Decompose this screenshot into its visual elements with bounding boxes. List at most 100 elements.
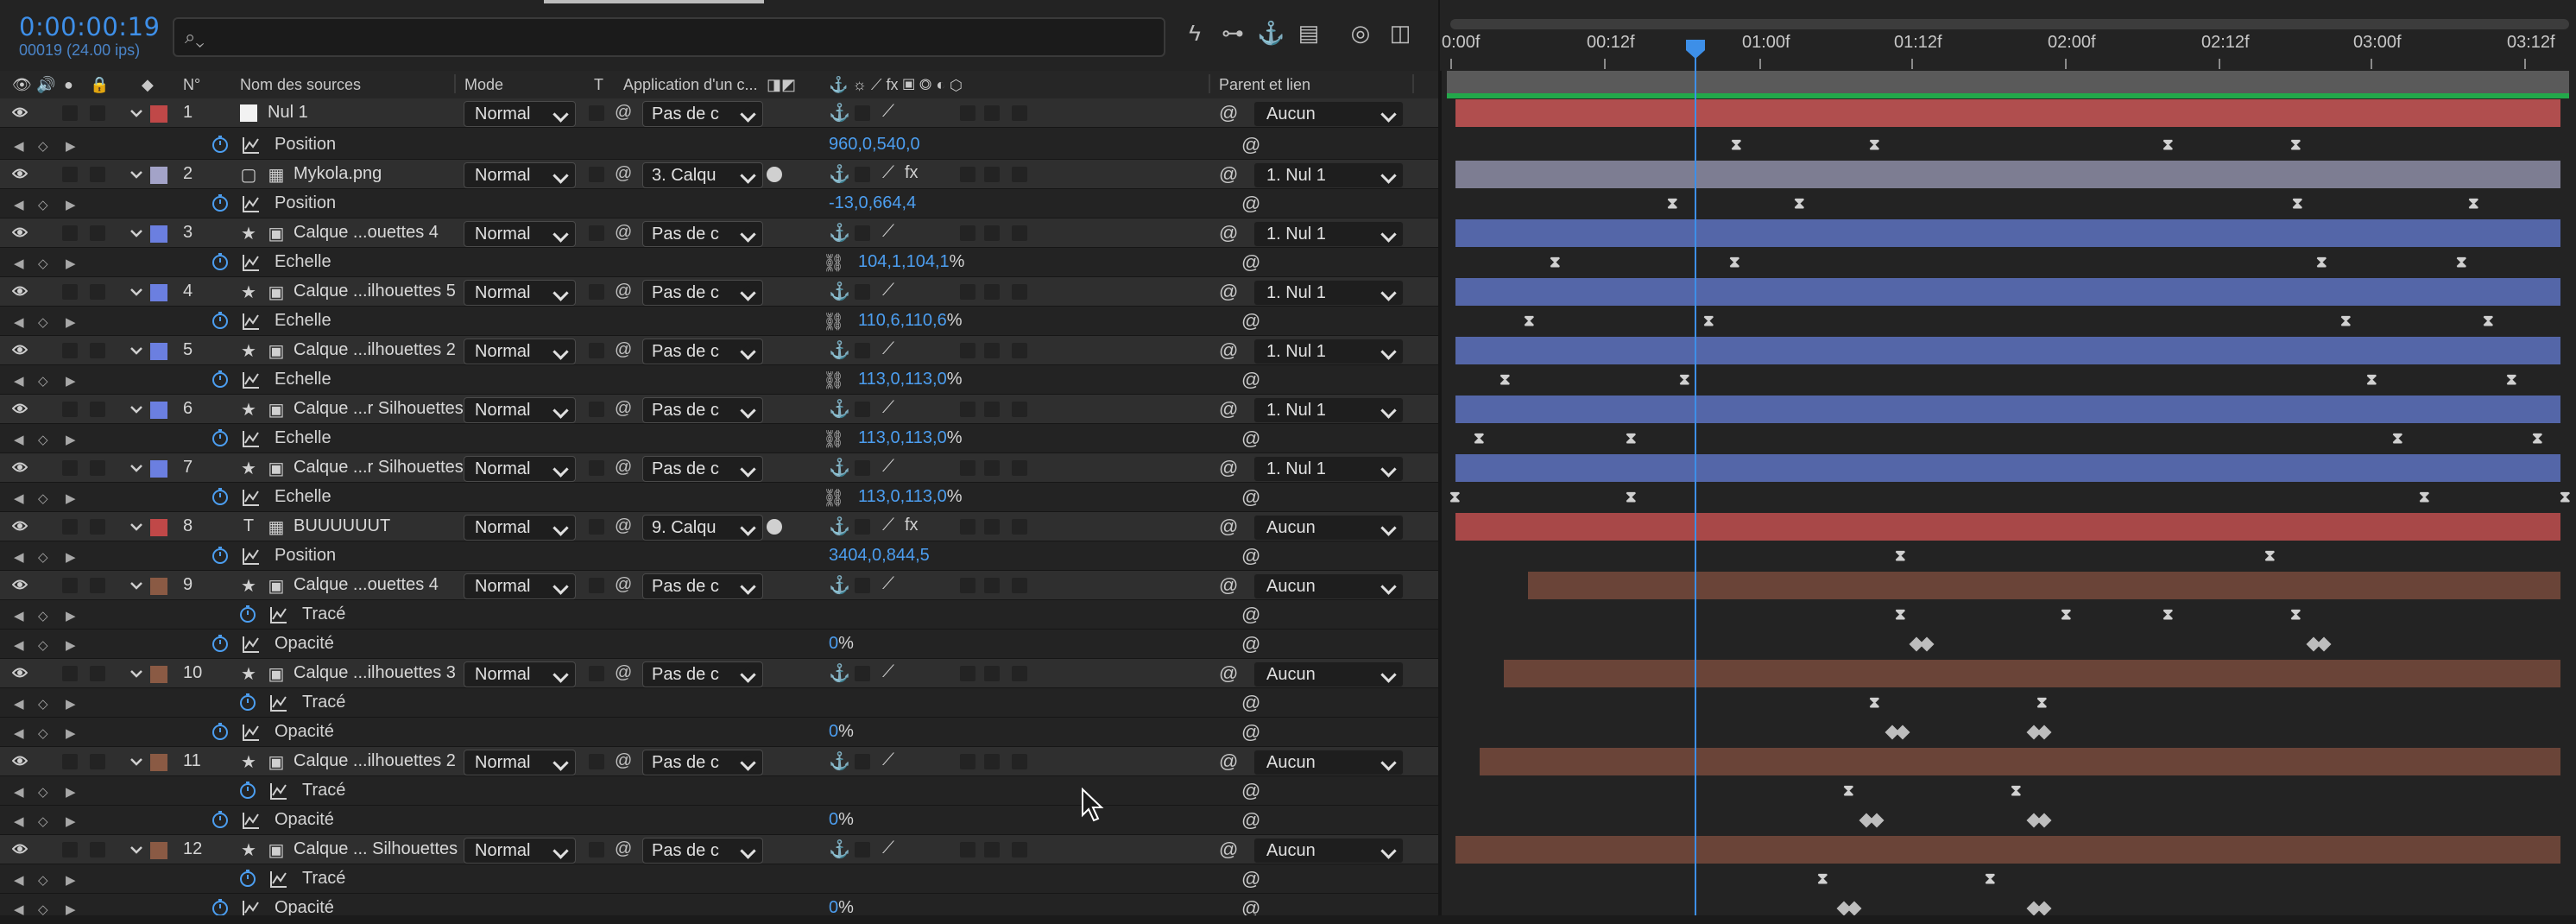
keyframe-easy-ease[interactable]: ⧗ [2392, 429, 2403, 447]
num-column-header[interactable]: N° [183, 76, 200, 94]
property-row[interactable]: ◀ ◇ ▶ Echelle ⛓ 113,0,113,0% @ [0, 365, 1440, 395]
frame-blend-switch[interactable] [960, 167, 975, 182]
prev-keyframe-icon[interactable]: ◀ [14, 138, 24, 154]
pick-whip-icon[interactable]: @ [1219, 163, 1238, 186]
chevron-down-icon[interactable] [128, 342, 145, 359]
pick-whip-icon[interactable]: @ [1219, 102, 1238, 124]
next-keyframe-icon[interactable]: ▶ [66, 490, 76, 506]
motion-blur-switch[interactable] [984, 460, 1000, 476]
keyframe-easy-ease[interactable]: ⧗ [1449, 488, 1461, 506]
expression-icon[interactable]: @ [1241, 692, 1260, 714]
keyframe-diamond[interactable] [1919, 636, 1935, 652]
property-row[interactable]: ◀ ◇ ▶ Tracé @ [0, 600, 1440, 630]
source-name-column-header[interactable]: Nom des sources [240, 76, 361, 94]
draft-3d-icon[interactable]: ϟ [1181, 19, 1209, 47]
graph-icon[interactable] [242, 635, 261, 654]
property-row[interactable]: ◀ ◇ ▶ Opacité 0% @ [0, 630, 1440, 659]
blend-mode-select[interactable]: Normal [464, 573, 576, 599]
bottom-scrollbar[interactable] [0, 915, 2576, 924]
expression-icon[interactable]: @ [1241, 310, 1260, 332]
quality-switch-icon[interactable]: ⟋ [882, 516, 894, 535]
link-icon[interactable]: ⛓ [823, 487, 844, 509]
solo-switch[interactable] [62, 402, 78, 417]
quality-switch-icon[interactable]: ⟋ [882, 222, 894, 242]
prev-keyframe-icon[interactable]: ◀ [14, 637, 24, 653]
lock-switch[interactable] [90, 666, 105, 681]
graph-icon[interactable] [242, 370, 261, 389]
layer-duration-bar[interactable] [1480, 748, 2560, 775]
add-keyframe-icon[interactable]: ◇ [38, 197, 48, 212]
graph-editor-icon[interactable]: ◫ [1386, 19, 1414, 47]
next-keyframe-icon[interactable]: ▶ [66, 373, 76, 389]
motion-blur-switch[interactable] [984, 225, 1000, 241]
keyframe-easy-ease[interactable]: ⧗ [2290, 136, 2301, 154]
link-icon[interactable]: ⛓ [823, 252, 844, 274]
motion-blur-switch[interactable] [984, 666, 1000, 681]
collapse-switch[interactable] [855, 666, 870, 681]
expression-icon[interactable]: @ [1241, 369, 1260, 391]
track-matte-select[interactable]: Pas de c [642, 838, 763, 864]
track-matte-select[interactable]: Pas de c [642, 280, 763, 306]
collapse-switch[interactable] [855, 402, 870, 417]
layer-row[interactable]: 2 ▢ Mykola.png Normal @ 3. Calqu ⚓ ⟋ fx … [0, 160, 1440, 189]
collapse-switch[interactable] [855, 343, 870, 358]
stopwatch-icon[interactable] [238, 869, 257, 888]
next-keyframe-icon[interactable]: ▶ [66, 197, 76, 212]
lock-switch[interactable] [90, 402, 105, 417]
lock-switch[interactable] [90, 105, 105, 121]
keyframe-diamond[interactable] [2036, 813, 2052, 828]
blend-mode-select[interactable]: Normal [464, 456, 576, 482]
collapse-switch[interactable] [855, 578, 870, 593]
stopwatch-icon[interactable] [211, 135, 230, 154]
keyframe-easy-ease[interactable]: ⧗ [1869, 693, 1880, 712]
prev-keyframe-icon[interactable]: ◀ [14, 725, 24, 741]
comp-flowchart-icon[interactable]: ⊶ [1219, 19, 1247, 47]
blend-mode-select[interactable]: Normal [464, 162, 576, 188]
expression-icon[interactable]: @ [1241, 809, 1260, 832]
layer-row[interactable]: 7 ★ Calque ...r Silhouettes Normal @ Pas… [0, 453, 1440, 483]
keyframe-easy-ease[interactable]: ⧗ [1679, 370, 1690, 389]
lock-switch[interactable] [90, 167, 105, 182]
layer-duration-bar[interactable] [1455, 454, 2560, 482]
graph-icon[interactable] [242, 488, 261, 507]
layer-duration-bar[interactable] [1455, 836, 2560, 864]
stopwatch-icon[interactable] [211, 898, 230, 917]
parent-select[interactable]: 1. Nul 1 [1253, 397, 1404, 423]
property-value[interactable]: 0% [829, 722, 854, 742]
preserve-transparency-switch[interactable] [589, 666, 604, 681]
solo-switch[interactable] [62, 666, 78, 681]
blend-mode-select[interactable]: Normal [464, 221, 576, 247]
blend-mode-select[interactable]: Normal [464, 280, 576, 306]
prev-keyframe-icon[interactable]: ◀ [14, 373, 24, 389]
prev-keyframe-icon[interactable]: ◀ [14, 256, 24, 271]
keyframe-easy-ease[interactable]: ⧗ [1794, 194, 1805, 212]
prev-keyframe-icon[interactable]: ◀ [14, 314, 24, 330]
adjustment-switch[interactable] [1012, 284, 1027, 300]
add-keyframe-icon[interactable]: ◇ [38, 784, 48, 800]
expression-icon[interactable]: @ [1241, 486, 1260, 509]
adjustment-switch[interactable] [1012, 666, 1027, 681]
quality-switch-icon[interactable]: ⟋ [882, 839, 894, 858]
keyframe-easy-ease[interactable]: ⧗ [2456, 253, 2467, 271]
adjustment-switch[interactable] [1012, 460, 1027, 476]
collapse-switch[interactable] [855, 519, 870, 535]
property-value[interactable]: -13,0,664,4 [829, 193, 916, 213]
preserve-transparency-switch[interactable] [589, 842, 604, 858]
t-column-header[interactable]: T [594, 76, 603, 94]
frame-blend-switch[interactable] [960, 519, 975, 535]
preserve-transparency-switch[interactable] [589, 225, 604, 241]
preserve-transparency-switch[interactable] [589, 754, 604, 769]
prev-keyframe-icon[interactable]: ◀ [14, 432, 24, 447]
lock-switch[interactable] [90, 754, 105, 769]
next-keyframe-icon[interactable]: ▶ [66, 256, 76, 271]
keyframe-easy-ease[interactable]: ⧗ [1729, 253, 1740, 271]
quality-switch-icon[interactable]: ⟋ [882, 102, 894, 122]
lock-switch[interactable] [90, 842, 105, 858]
stopwatch-icon[interactable] [211, 634, 230, 653]
label-color-swatch[interactable] [150, 842, 167, 859]
quality-switch-icon[interactable]: ⟋ [882, 163, 894, 183]
motion-blur-switch[interactable] [984, 105, 1000, 121]
eye-icon[interactable] [12, 843, 28, 855]
expression-icon[interactable]: @ [1241, 868, 1260, 890]
eye-icon[interactable] [12, 344, 28, 356]
